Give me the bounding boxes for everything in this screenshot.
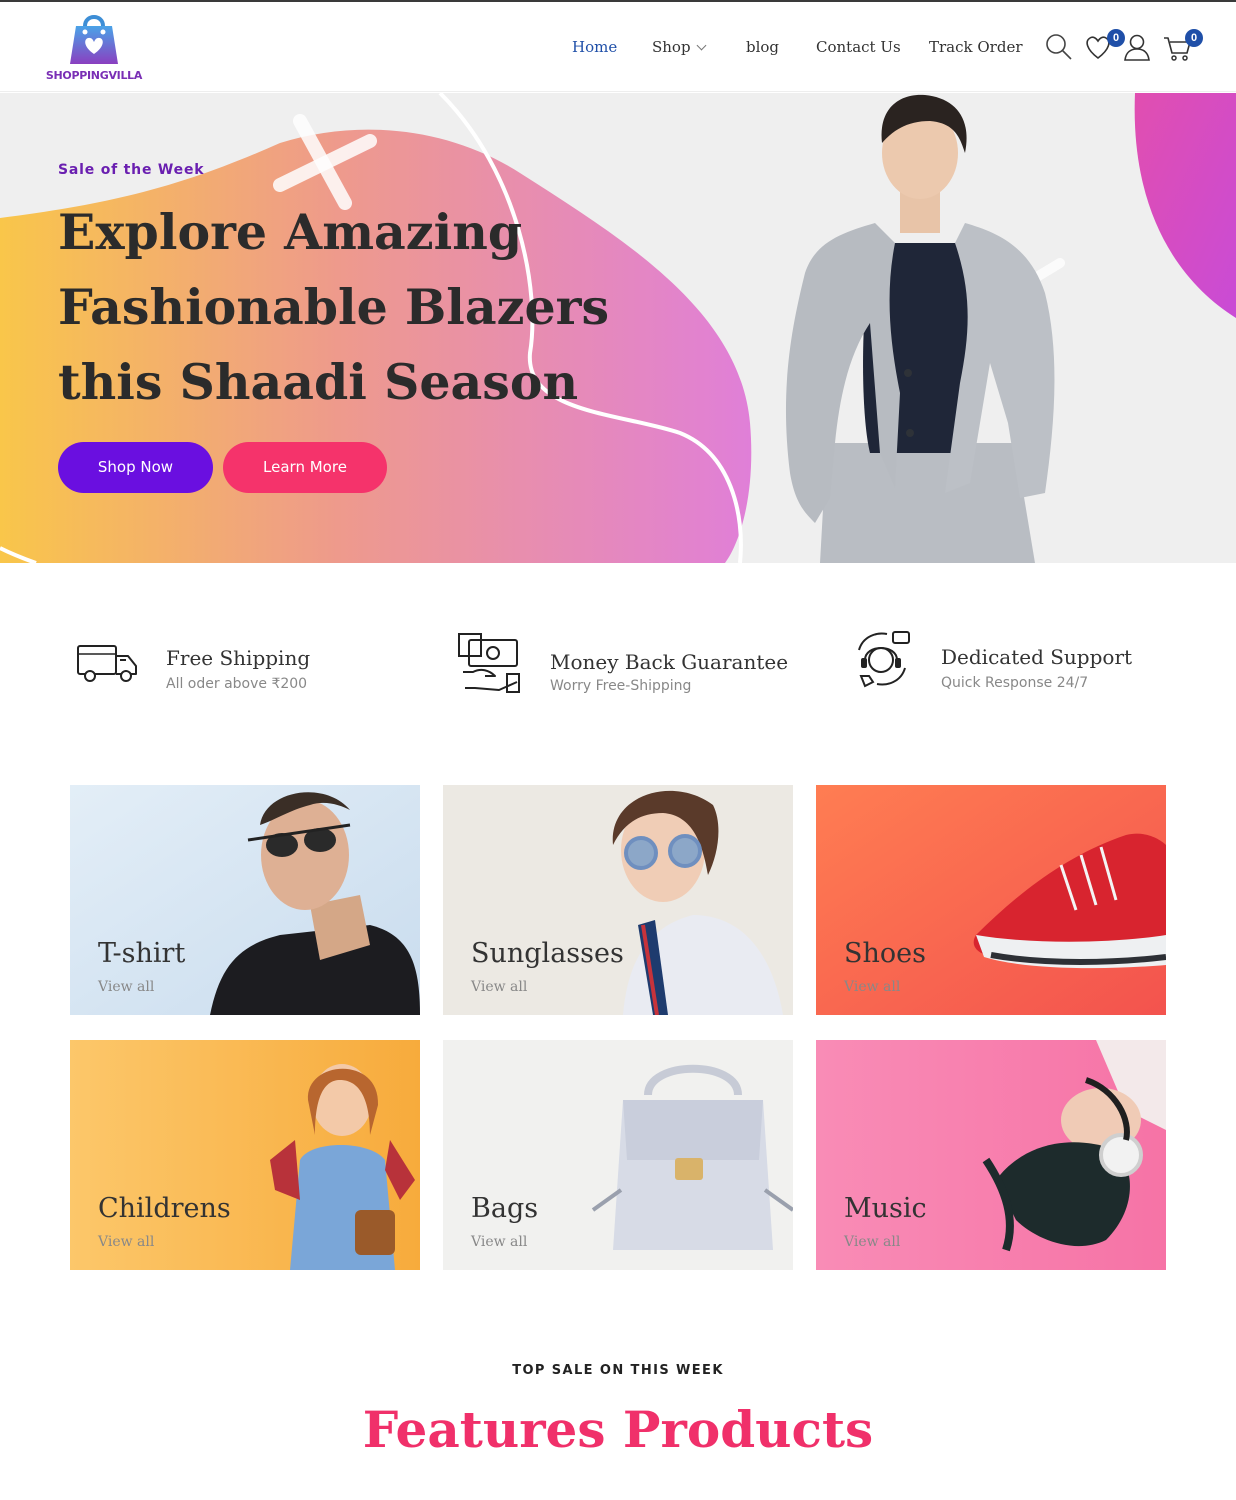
feature-title: Free Shipping <box>166 646 311 670</box>
nav-track-order[interactable]: Track Order <box>929 38 1023 56</box>
category-card-childrens[interactable]: Childrens View all <box>70 1040 420 1270</box>
hero-title-line: Explore Amazing <box>58 203 523 261</box>
category-card-music[interactable]: Music View all <box>816 1040 1166 1270</box>
category-card-sunglasses[interactable]: Sunglasses View all <box>443 785 793 1015</box>
featured-section-title: Features Products <box>362 1400 874 1459</box>
cart-count-badge: 0 <box>1185 29 1203 47</box>
hero-title-line: this Shaadi Season <box>58 353 579 411</box>
feature-free-shipping: Free Shipping All oder above ₹200 <box>76 630 376 700</box>
user-icon[interactable] <box>1123 33 1151 61</box>
feature-money-back: Money Back Guarantee Worry Free-Shipping <box>455 630 815 700</box>
chevron-down-icon <box>696 40 707 51</box>
truck-icon <box>77 645 137 682</box>
shopping-bag-heart-logo-icon <box>70 15 118 64</box>
nav-shop[interactable]: Shop <box>652 38 707 56</box>
category-title: Bags <box>471 1193 539 1224</box>
category-card-bags[interactable]: Bags View all <box>443 1040 793 1270</box>
feature-title: Dedicated Support <box>941 645 1133 669</box>
category-title: T-shirt <box>98 938 186 969</box>
site-header: SHOPPINGVILLA Home Shop blog Contact Us … <box>0 2 1236 92</box>
hero-title: Explore Amazing Fashionable Blazers this… <box>58 195 618 420</box>
feature-subtitle: Worry Free-Shipping <box>550 678 692 694</box>
hero-title-line: Fashionable Blazers <box>58 278 610 336</box>
category-title: Sunglasses <box>471 938 624 969</box>
category-title: Childrens <box>98 1193 231 1224</box>
category-view-all-link[interactable]: View all <box>471 1234 527 1250</box>
hero-model-image <box>785 94 1055 563</box>
category-card-tshirt[interactable]: T-shirt View all <box>70 785 420 1015</box>
shop-now-button[interactable]: Shop Now <box>58 442 213 493</box>
category-view-all-link[interactable]: View all <box>98 979 154 995</box>
hero-banner: Sale of the Week Explore Amazing Fashion… <box>0 93 1236 563</box>
nav-blog[interactable]: blog <box>746 38 779 56</box>
category-title: Music <box>844 1193 927 1224</box>
category-view-all-link[interactable]: View all <box>471 979 527 995</box>
category-view-all-link[interactable]: View all <box>844 979 900 995</box>
category-view-all-link[interactable]: View all <box>98 1234 154 1250</box>
search-icon[interactable] <box>1045 33 1073 61</box>
hero-eyebrow: Sale of the Week <box>58 162 205 178</box>
category-view-all-link[interactable]: View all <box>844 1234 900 1250</box>
nav-home[interactable]: Home <box>572 38 617 56</box>
category-title: Shoes <box>844 938 926 969</box>
nav-contact-us[interactable]: Contact Us <box>816 38 901 56</box>
feature-subtitle: All oder above ₹200 <box>166 676 308 692</box>
feature-dedicated-support: Dedicated Support Quick Response 24/7 <box>855 630 1175 700</box>
featured-section-eyebrow: TOP SALE ON THIS WEEK <box>512 1363 724 1378</box>
category-card-shoes[interactable]: Shoes View all <box>816 785 1166 1015</box>
brand-logo[interactable]: SHOPPINGVILLA <box>42 10 152 86</box>
brand-name: SHOPPINGVILLA <box>45 69 143 82</box>
money-hand-icon <box>458 633 520 693</box>
feature-subtitle: Quick Response 24/7 <box>941 675 1089 691</box>
nav-shop-label: Shop <box>652 38 691 56</box>
learn-more-button[interactable]: Learn More <box>223 442 387 493</box>
support-headset-icon <box>858 631 910 688</box>
feature-title: Money Back Guarantee <box>550 650 789 674</box>
